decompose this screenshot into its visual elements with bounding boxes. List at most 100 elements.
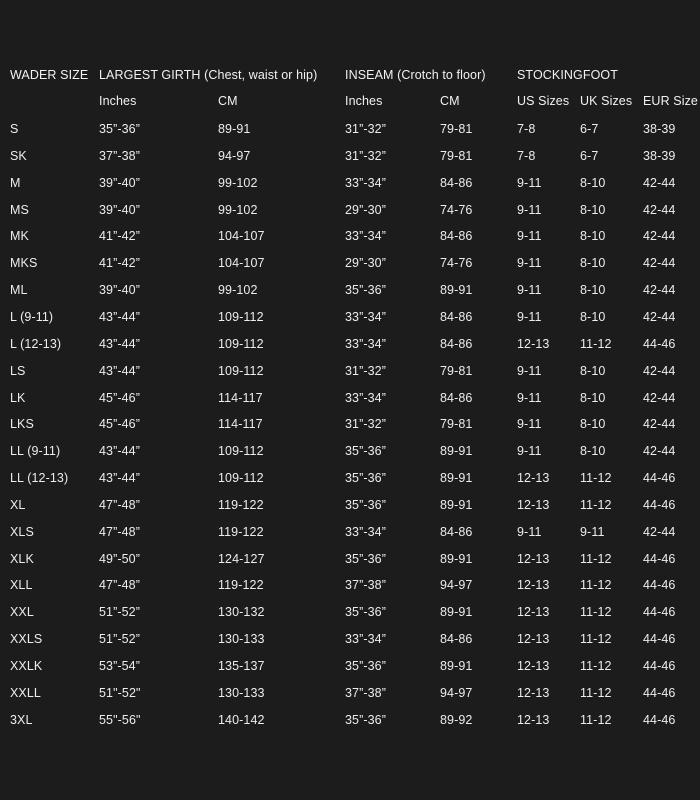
cell-inseam-cm: 94-97 [440, 578, 473, 592]
cell-eur-size: 44-46 [643, 498, 676, 512]
cell-girth-cm: 89-91 [218, 122, 251, 136]
cell-wader-size: SK [10, 149, 27, 163]
cell-girth-cm: 99-102 [218, 283, 258, 297]
cell-wader-size: XLL [10, 578, 33, 592]
cell-girth-cm: 99-102 [218, 203, 258, 217]
cell-girth-inches: 53”-54” [99, 659, 140, 673]
cell-wader-size: XXLL [10, 686, 41, 700]
cell-eur-size: 42-44 [643, 176, 676, 190]
cell-girth-cm: 104-107 [218, 256, 265, 270]
cell-girth-inches: 47”-48” [99, 525, 140, 539]
header-row: WADER SIZE LARGEST GIRTH (Chest, waist o… [0, 65, 700, 85]
cell-inseam-inches: 33”-34” [345, 525, 386, 539]
cell-inseam-cm: 84-86 [440, 391, 473, 405]
table-row: ML 39”-40” 99-102 35”-36” 89-91 9-11 8-10 42-44 [0, 280, 700, 300]
header-largest-girth: LARGEST GIRTH (Chest, waist or hip) [99, 68, 318, 82]
table-row: S 35”-36” 89-91 31”-32” 79-81 7-8 6-7 38-39 [0, 119, 700, 139]
cell-us-size: 9-11 [517, 229, 542, 243]
cell-us-size: 9-11 [517, 417, 542, 431]
table-row: MS 39”-40” 99-102 29”-30” 74-76 9-11 8-10 42-44 [0, 200, 700, 220]
table-row: LKS 45”-46” 114-117 31”-32” 79-81 9-11 8-10 42-… [0, 414, 700, 434]
table-row: L (12-13) 43”-44” 109-112 33”-34” 84-86 12-13… [0, 334, 700, 354]
cell-inseam-cm: 84-86 [440, 229, 473, 243]
cell-girth-inches: 47”-48” [99, 578, 140, 592]
cell-inseam-inches: 35”-36” [345, 605, 386, 619]
cell-inseam-inches: 35”-36” [345, 471, 386, 485]
cell-inseam-inches: 29”-30” [345, 203, 386, 217]
cell-us-size: 12-13 [517, 605, 550, 619]
cell-wader-size: MK [10, 229, 29, 243]
cell-inseam-inches: 31”-32” [345, 417, 386, 431]
cell-us-size: 9-11 [517, 364, 542, 378]
cell-uk-size: 8-10 [580, 229, 606, 243]
cell-us-size: 9-11 [517, 256, 542, 270]
subheader-uk-sizes: UK Sizes [580, 94, 633, 108]
cell-us-size: 12-13 [517, 471, 550, 485]
cell-girth-cm: 119-122 [218, 525, 264, 539]
table-row: XXLL 51"-52" 130-133 37”-38” 94-97 12-13 11-12… [0, 683, 700, 703]
cell-inseam-inches: 35”-36” [345, 713, 386, 727]
cell-wader-size: LS [10, 364, 26, 378]
cell-eur-size: 42-44 [643, 256, 676, 270]
cell-us-size: 12-13 [517, 659, 550, 673]
cell-eur-size: 42-44 [643, 229, 676, 243]
cell-us-size: 9-11 [517, 391, 542, 405]
cell-wader-size: XXLS [10, 632, 43, 646]
cell-girth-inches: 39”-40” [99, 283, 140, 297]
cell-us-size: 7-8 [517, 149, 536, 163]
cell-girth-inches: 51”-52” [99, 605, 140, 619]
cell-girth-cm: 94-97 [218, 149, 251, 163]
cell-wader-size: MS [10, 203, 29, 217]
cell-uk-size: 11-12 [580, 686, 612, 700]
cell-eur-size: 42-44 [643, 444, 676, 458]
cell-us-size: 9-11 [517, 525, 542, 539]
cell-wader-size: ML [10, 283, 28, 297]
cell-girth-cm: 140-142 [218, 713, 265, 727]
cell-wader-size: LL (9-11) [10, 444, 61, 458]
cell-inseam-cm: 89-91 [440, 444, 473, 458]
cell-inseam-cm: 89-91 [440, 283, 473, 297]
table-row: XL 47”-48” 119-122 35”-36” 89-91 12-13 11-12 44… [0, 495, 700, 515]
cell-girth-inches: 41”-42” [99, 229, 140, 243]
table-row: LL (9-11) 43”-44” 109-112 35”-36” 89-91 9-11 8… [0, 441, 700, 461]
cell-eur-size: 42-44 [643, 391, 676, 405]
table-row: MKS 41”-42” 104-107 29”-30” 74-76 9-11 8-10 42-… [0, 253, 700, 273]
cell-uk-size: 8-10 [580, 176, 606, 190]
cell-eur-size: 44-46 [643, 605, 676, 619]
cell-uk-size: 11-12 [580, 605, 612, 619]
cell-inseam-inches: 37”-38” [345, 686, 386, 700]
cell-us-size: 12-13 [517, 686, 550, 700]
cell-girth-cm: 135-137 [218, 659, 265, 673]
subheader-eur-size: EUR Size [643, 94, 698, 108]
cell-uk-size: 8-10 [580, 444, 606, 458]
cell-us-size: 9-11 [517, 310, 542, 324]
table-row: XLL 47”-48” 119-122 37”-38” 94-97 12-13 11-12 4… [0, 575, 700, 595]
cell-girth-cm: 130-133 [218, 632, 265, 646]
cell-inseam-cm: 84-86 [440, 310, 473, 324]
table-row: 3XL 55"-56" 140-142 35”-36” 89-92 12-13 11-12 4… [0, 710, 700, 730]
cell-eur-size: 44-46 [643, 578, 676, 592]
cell-us-size: 9-11 [517, 283, 542, 297]
cell-inseam-inches: 31”-32” [345, 122, 386, 136]
cell-girth-inches: 51”-52” [99, 632, 140, 646]
cell-uk-size: 8-10 [580, 391, 606, 405]
cell-eur-size: 38-39 [643, 149, 676, 163]
cell-inseam-inches: 31”-32” [345, 364, 386, 378]
cell-girth-cm: 130-133 [218, 686, 265, 700]
cell-inseam-cm: 84-86 [440, 337, 473, 351]
cell-girth-inches: 43”-44” [99, 337, 140, 351]
cell-inseam-inches: 31”-32” [345, 149, 386, 163]
cell-us-size: 12-13 [517, 578, 550, 592]
cell-us-size: 12-13 [517, 552, 550, 566]
cell-girth-inches: 45”-46” [99, 417, 140, 431]
cell-uk-size: 8-10 [580, 364, 606, 378]
cell-inseam-cm: 79-81 [440, 122, 473, 136]
cell-wader-size: 3XL [10, 713, 33, 727]
cell-girth-inches: 43”-44” [99, 364, 140, 378]
cell-eur-size: 42-44 [643, 525, 676, 539]
cell-inseam-cm: 89-91 [440, 552, 473, 566]
cell-girth-cm: 119-122 [218, 578, 264, 592]
cell-uk-size: 11-12 [580, 471, 612, 485]
cell-inseam-cm: 79-81 [440, 417, 473, 431]
cell-wader-size: LL (12-13) [10, 471, 69, 485]
